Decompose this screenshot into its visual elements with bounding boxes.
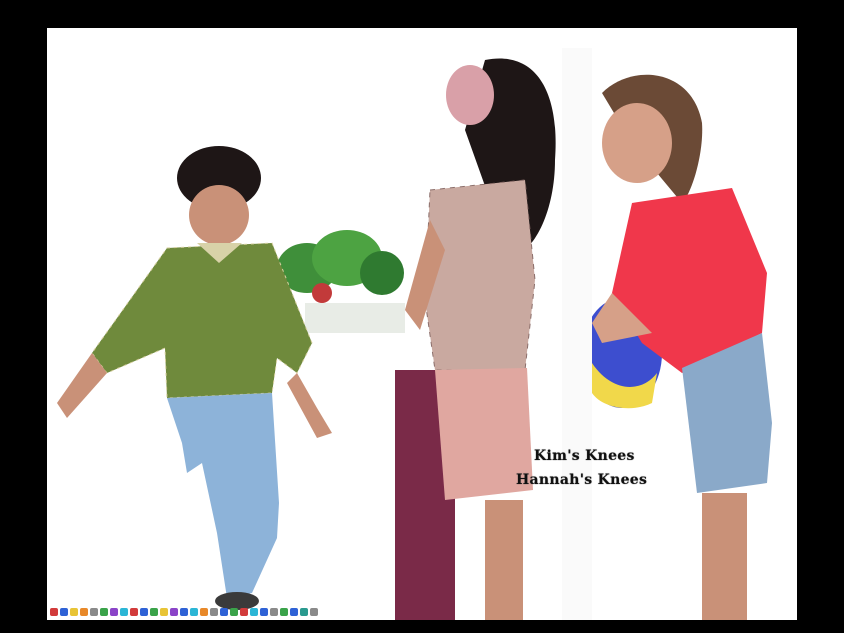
caption-hannahs-knees: Hannah's Knees — [516, 472, 648, 488]
taskbar-app-icon[interactable] — [310, 608, 318, 616]
white-divider — [562, 48, 592, 620]
taskbar-app-icon[interactable] — [70, 608, 78, 616]
taskbar-app-icon[interactable] — [180, 608, 188, 616]
kim-figure — [395, 58, 556, 620]
taskbar-app-icon[interactable] — [290, 608, 298, 616]
hannah-figure — [592, 74, 772, 620]
taskbar-app-icon[interactable] — [130, 608, 138, 616]
taskbar-app-icon[interactable] — [50, 608, 58, 616]
taskbar-app-icon[interactable] — [300, 608, 308, 616]
taskbar-app-icon[interactable] — [230, 608, 238, 616]
taskbar-app-icon[interactable] — [170, 608, 178, 616]
taskbar-app-icon[interactable] — [140, 608, 148, 616]
taskbar-app-icon[interactable] — [190, 608, 198, 616]
taskbar-app-icon[interactable] — [110, 608, 118, 616]
taskbar-icon-strip — [47, 604, 410, 620]
taskbar-app-icon[interactable] — [160, 608, 168, 616]
taskbar-app-icon[interactable] — [120, 608, 128, 616]
taskbar-app-icon[interactable] — [270, 608, 278, 616]
taskbar-app-icon[interactable] — [220, 608, 228, 616]
taskbar-app-icon[interactable] — [60, 608, 68, 616]
taskbar-app-icon[interactable] — [200, 608, 208, 616]
taskbar-app-icon[interactable] — [280, 608, 288, 616]
taskbar-app-icon[interactable] — [80, 608, 88, 616]
boy-figure — [57, 146, 332, 610]
taskbar-app-icon[interactable] — [150, 608, 158, 616]
taskbar-app-icon[interactable] — [260, 608, 268, 616]
taskbar-app-icon[interactable] — [250, 608, 258, 616]
taskbar-app-icon[interactable] — [240, 608, 248, 616]
photo-frame: Kim's Knees Hannah's Knees — [47, 28, 797, 620]
caption-kims-knees: Kim's Knees — [534, 448, 635, 464]
taskbar-app-icon[interactable] — [210, 608, 218, 616]
taskbar-app-icon[interactable] — [100, 608, 108, 616]
taskbar-app-icon[interactable] — [90, 608, 98, 616]
